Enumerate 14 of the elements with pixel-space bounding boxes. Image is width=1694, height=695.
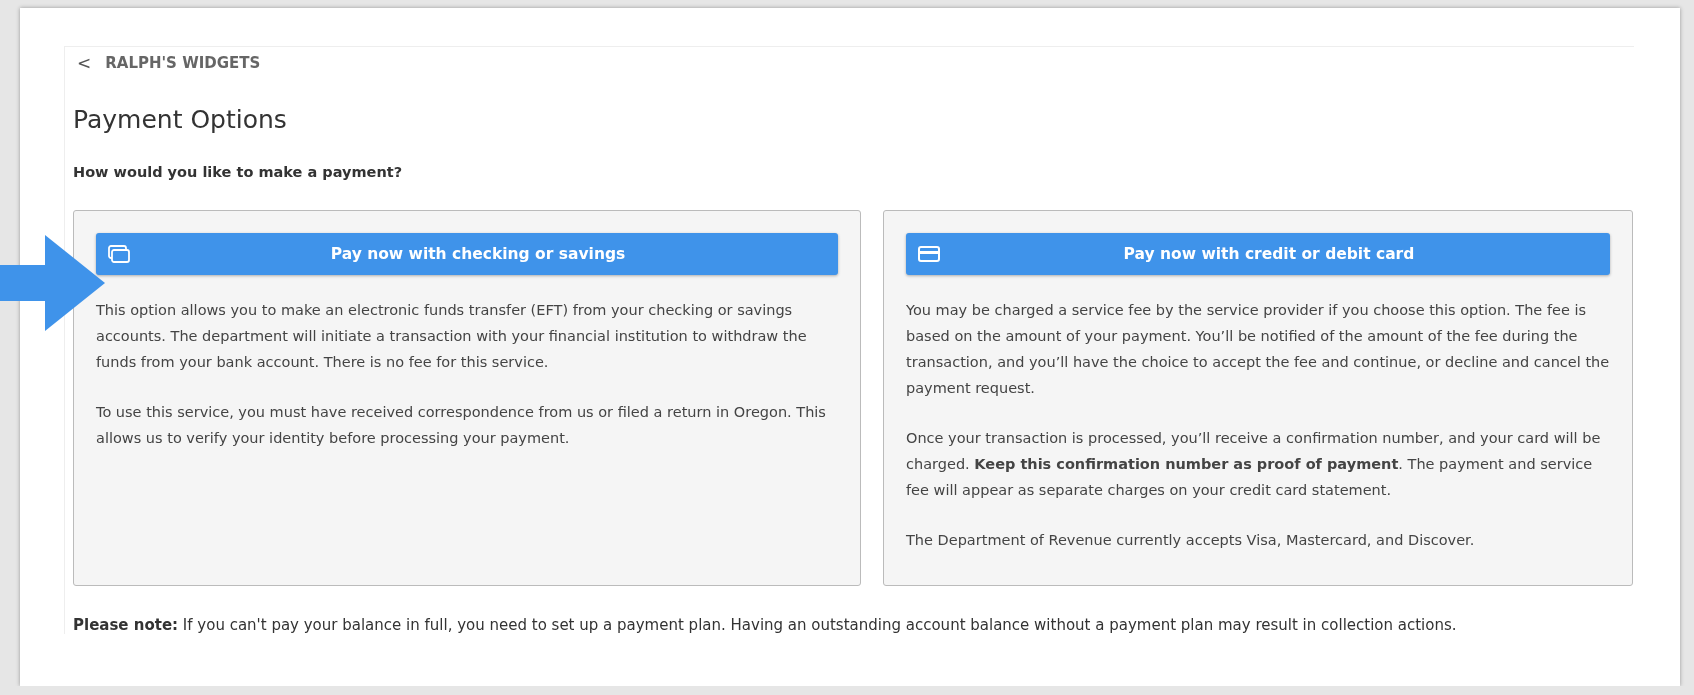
option-paragraph: Once your transaction is processed, you’ll receive a confirmation number, and your card will be charged. Keep this confirmation number as proof of payment. The payment and service fee will appear as separate charges on your credit card statement. bbox=[906, 429, 1602, 500]
note-text: Please note: If you can't pay your balance in full, you need to set up a payment plan. Having an outstanding account balance without a payment plan may result in collection actions. bbox=[73, 616, 1458, 634]
option-paragraph: To use this service, you must have received correspondence from us or filed a return in Oregon. This allows us to verify your identity before processing your payment. bbox=[96, 403, 827, 448]
option-paragraph: The Department of Revenue currently accepts Visa, Mastercard, and Discover. bbox=[906, 531, 1476, 550]
breadcrumb-label: RALPH'S WIDGETS bbox=[105, 54, 261, 72]
page-title: Payment Options bbox=[73, 105, 288, 134]
option-paragraph: This option allows you to make an electronic funds transfer (EFT) from your checking or savings accounts. The department will initiate a transaction with your financial institution to withdraw the funds from your bank account. There is no fee for this service. bbox=[96, 301, 808, 372]
cards-icon bbox=[108, 245, 130, 263]
pay-button[interactable]: Pay now with checking or savings bbox=[96, 233, 838, 275]
option-paragraph: You may be charged a service fee by the service provider if you choose this option. The fee is based on the amount of your payment. You’ll be notified of the amount of the fee during the transaction, and you’ll have the choice to accept the fee and continue, or decline and cancel the payment request. bbox=[906, 301, 1610, 398]
question-text: How would you like to make a payment? bbox=[73, 164, 404, 180]
pay-button[interactable]: Pay now with credit or debit card bbox=[906, 233, 1610, 275]
credit-card-icon bbox=[918, 245, 940, 263]
back-button[interactable]: < bbox=[77, 53, 92, 73]
